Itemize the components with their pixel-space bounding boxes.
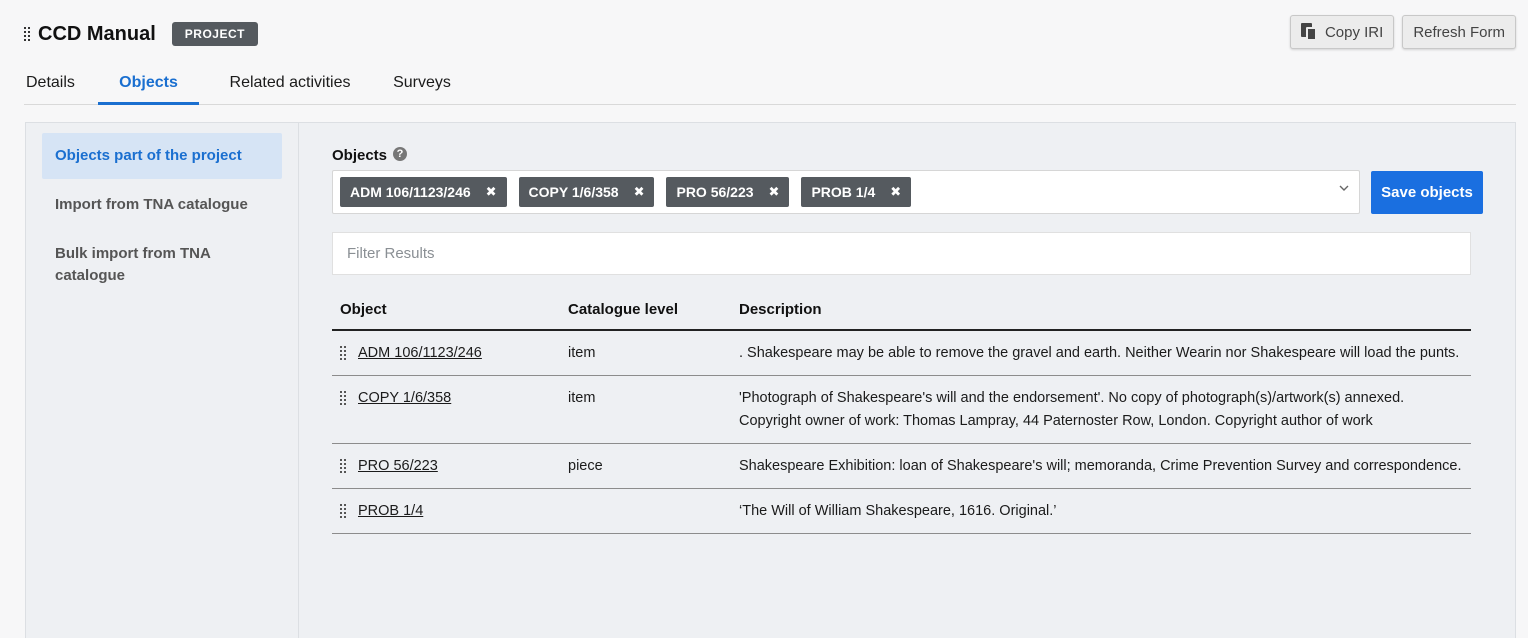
column-header-catalogue-level: Catalogue level bbox=[560, 291, 731, 331]
save-objects-button[interactable]: Save objects bbox=[1371, 171, 1483, 214]
tab-bar: Details Objects Related activities Surve… bbox=[24, 62, 1516, 105]
chip-label: PRO 56/223 bbox=[676, 184, 754, 200]
catalogue-level-cell: item bbox=[560, 375, 731, 444]
catalogue-level-cell: item bbox=[560, 330, 731, 376]
object-cell: PROB 1/4 bbox=[332, 488, 560, 534]
description-cell: 'Photograph of Shakespeare's will and th… bbox=[731, 375, 1471, 444]
table-row: ADM 106/1123/246 item . Shakespeare may … bbox=[332, 330, 1471, 376]
catalogue-level-cell bbox=[560, 488, 731, 534]
sidenav-item-bulk-import-tna[interactable]: Bulk import from TNA catalogue bbox=[42, 231, 282, 299]
description-cell: ‘The Will of William Shakespeare, 1616. … bbox=[731, 488, 1471, 534]
page-title: CCD Manual bbox=[38, 22, 156, 45]
object-chip: PROB 1/4 ✖ bbox=[801, 177, 912, 207]
remove-chip-icon[interactable]: ✖ bbox=[890, 184, 901, 200]
object-chip: PRO 56/223 ✖ bbox=[666, 177, 790, 207]
catalogue-level-cell: piece bbox=[560, 443, 731, 489]
drag-handle-icon[interactable] bbox=[340, 504, 347, 519]
objects-content: Objects ? ADM 106/1123/246 ✖ COPY 1/6/35… bbox=[332, 123, 1515, 638]
object-link[interactable]: PROB 1/4 bbox=[358, 503, 423, 519]
help-icon[interactable]: ? bbox=[393, 146, 408, 161]
copy-iri-label: Copy IRI bbox=[1324, 23, 1384, 41]
table-row: COPY 1/6/358 item 'Photograph of Shakesp… bbox=[332, 375, 1471, 444]
drag-handle-icon[interactable] bbox=[340, 346, 347, 361]
copy-iri-button[interactable]: Copy IRI bbox=[1289, 15, 1395, 49]
chip-label: ADM 106/1123/246 bbox=[350, 184, 471, 200]
drag-handle-icon[interactable] bbox=[24, 26, 31, 42]
object-chip: COPY 1/6/358 ✖ bbox=[518, 177, 655, 207]
chip-label: COPY 1/6/358 bbox=[528, 184, 619, 200]
object-chip: ADM 106/1123/246 ✖ bbox=[340, 177, 507, 207]
page-header: CCD Manual PROJECT Copy IRI Refresh Form bbox=[24, 15, 1516, 50]
chevron-down-icon[interactable] bbox=[1339, 183, 1349, 193]
sidenav-item-objects-part-of-project[interactable]: Objects part of the project bbox=[42, 133, 282, 179]
tab-related-activities[interactable]: Related activities bbox=[207, 62, 373, 105]
objects-label-text: Objects bbox=[332, 147, 388, 164]
object-link[interactable]: PRO 56/223 bbox=[358, 458, 438, 474]
column-header-object: Object bbox=[332, 291, 560, 331]
table-row: PROB 1/4 ‘The Will of William Shakespear… bbox=[332, 488, 1471, 534]
table-header-row: Object Catalogue level Description bbox=[332, 291, 1471, 331]
sidenav-item-import-tna[interactable]: Import from TNA catalogue bbox=[42, 182, 282, 228]
copy-icon bbox=[1300, 23, 1317, 41]
remove-chip-icon[interactable]: ✖ bbox=[486, 184, 497, 200]
table-row: PRO 56/223 piece Shakespeare Exhibition:… bbox=[332, 443, 1471, 489]
filter-results-input[interactable] bbox=[332, 232, 1471, 275]
objects-field-label: Objects ? bbox=[332, 146, 408, 164]
object-link[interactable]: ADM 106/1123/246 bbox=[358, 345, 482, 361]
chip-label: PROB 1/4 bbox=[811, 184, 876, 200]
sidenav: Objects part of the project Import from … bbox=[26, 123, 299, 638]
drag-handle-icon[interactable] bbox=[340, 391, 347, 406]
remove-chip-icon[interactable]: ✖ bbox=[634, 184, 645, 200]
drag-handle-icon[interactable] bbox=[340, 459, 347, 474]
object-cell: PRO 56/223 bbox=[332, 443, 560, 489]
tab-objects[interactable]: Objects bbox=[98, 62, 199, 105]
objects-panel: Objects part of the project Import from … bbox=[25, 122, 1516, 638]
object-cell: COPY 1/6/358 bbox=[332, 375, 560, 444]
header-actions: Copy IRI Refresh Form bbox=[1289, 15, 1516, 49]
column-header-description: Description bbox=[731, 291, 1471, 331]
tab-surveys[interactable]: Surveys bbox=[373, 62, 471, 105]
type-badge: PROJECT bbox=[171, 22, 258, 46]
tab-details[interactable]: Details bbox=[24, 62, 98, 105]
objects-table: Object Catalogue level Description ADM 1… bbox=[332, 291, 1471, 534]
remove-chip-icon[interactable]: ✖ bbox=[769, 184, 780, 200]
object-link[interactable]: COPY 1/6/358 bbox=[358, 390, 451, 406]
objects-multiselect[interactable]: ADM 106/1123/246 ✖ COPY 1/6/358 ✖ PRO 56… bbox=[332, 170, 1360, 214]
object-cell: ADM 106/1123/246 bbox=[332, 330, 560, 376]
description-cell: Shakespeare Exhibition: loan of Shakespe… bbox=[731, 443, 1471, 489]
description-cell: . Shakespeare may be able to remove the … bbox=[731, 330, 1471, 376]
refresh-form-button[interactable]: Refresh Form bbox=[1402, 15, 1516, 49]
